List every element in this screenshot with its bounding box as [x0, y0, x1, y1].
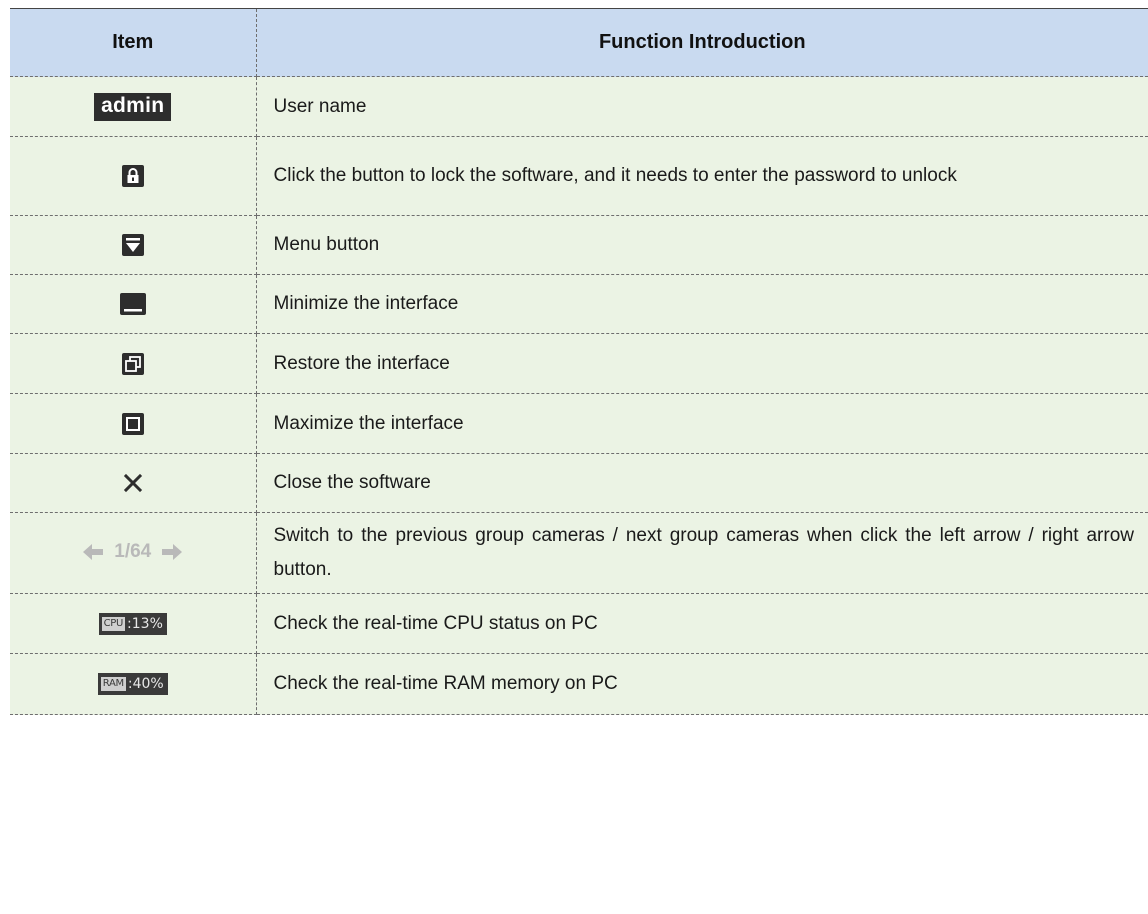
item-cell — [10, 453, 257, 513]
cpu-value: :13% — [127, 615, 163, 632]
function-description: User name — [255, 76, 1148, 137]
restore-icon — [121, 352, 144, 375]
table-row: Restore the interface — [10, 333, 1148, 394]
function-description: Maximize the interface — [255, 393, 1148, 454]
item-column-header: Item — [10, 8, 257, 77]
cpu-meter: CPU :13% — [98, 612, 167, 635]
item-cell: 1/64 — [10, 512, 257, 594]
table-row: admin User name — [10, 76, 1148, 137]
function-description: Close the software — [255, 453, 1148, 513]
menu-dropdown-icon — [121, 234, 144, 256]
right-arrow-icon — [162, 543, 183, 560]
table-row: Minimize the interface — [10, 274, 1148, 334]
function-table: Item Function Introduction admin User na… — [10, 8, 1148, 715]
item-cell: admin — [10, 76, 257, 137]
lock-icon — [121, 165, 144, 187]
function-description: Switch to the previous group cameras / n… — [255, 512, 1148, 594]
left-arrow-icon — [83, 543, 104, 560]
function-description: Click the button to lock the software, a… — [255, 136, 1148, 216]
page-top-edge — [0, 0, 1148, 8]
table-row: 1/64 Switch to the previous group camera… — [10, 512, 1148, 594]
function-description: Check the real-time CPU status on PC — [255, 593, 1148, 654]
table-row: Click the button to lock the software, a… — [10, 136, 1148, 216]
item-cell — [10, 274, 257, 334]
page-indicator: 1/64 — [114, 540, 152, 562]
ram-value: :40% — [127, 676, 164, 692]
table-header-row: Item Function Introduction — [10, 8, 1148, 77]
item-cell — [10, 136, 257, 216]
item-cell — [10, 215, 257, 275]
table-row: Menu button — [10, 215, 1148, 275]
maximize-icon — [121, 412, 144, 435]
admin-username-badge: admin — [94, 92, 172, 121]
ram-tag: RAM — [100, 677, 126, 691]
function-description: Check the real-time RAM memory on PC — [255, 653, 1148, 715]
group-pager: 1/64 — [82, 541, 183, 563]
function-description: Restore the interface — [255, 333, 1148, 394]
item-cell: RAM :40% — [10, 653, 257, 715]
minimize-icon — [119, 293, 146, 315]
function-description: Minimize the interface — [255, 274, 1148, 334]
item-cell: CPU :13% — [10, 593, 257, 654]
item-cell — [10, 393, 257, 454]
table-row: Maximize the interface — [10, 393, 1148, 454]
table-row: CPU :13% Check the real-time CPU status … — [10, 593, 1148, 654]
table-row: Close the software — [10, 453, 1148, 513]
ram-meter: RAM :40% — [97, 673, 168, 695]
function-description: Menu button — [255, 215, 1148, 275]
table-row: RAM :40% Check the real-time RAM memory … — [10, 653, 1148, 715]
item-cell — [10, 333, 257, 394]
close-icon — [122, 472, 144, 494]
cpu-tag: CPU — [101, 616, 126, 631]
function-column-header: Function Introduction — [255, 8, 1148, 77]
